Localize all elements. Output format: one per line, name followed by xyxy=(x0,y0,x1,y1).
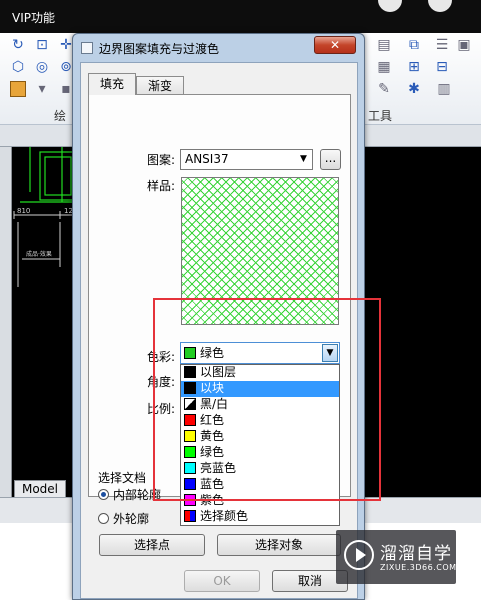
select-group-label: 选择文档 xyxy=(98,471,147,485)
dialog-title-bar: 边界图案填充与过渡色 xyxy=(81,40,219,57)
dialog-icon xyxy=(81,42,93,54)
circle-tool-icon[interactable]: ◎ xyxy=(34,59,50,75)
dialog-title: 边界图案填充与过渡色 xyxy=(99,42,220,56)
calc-tool-icon[interactable]: ▣ xyxy=(456,37,472,53)
vip-menu[interactable]: VIP功能 xyxy=(12,9,55,26)
radio-outer-contour[interactable]: 外轮廓 xyxy=(98,510,149,527)
block-tool-icon[interactable]: ⊞ xyxy=(406,59,422,75)
dimension-label: 810 xyxy=(17,207,30,215)
dropdown-icon[interactable]: ▾ xyxy=(34,81,50,97)
group-tool-icon[interactable]: ✱ xyxy=(406,81,422,97)
rectangle-tool-icon[interactable]: ⊡ xyxy=(34,37,50,53)
tab-gradient[interactable]: 渐变 xyxy=(136,76,184,95)
polygon-tool-icon[interactable]: ⬡ xyxy=(10,59,26,75)
watermark-title: 溜溜自学 xyxy=(380,544,452,564)
window-control-icon[interactable] xyxy=(428,0,452,12)
ribbon-panel-label-tools: 工具 xyxy=(368,109,393,123)
tab-fill[interactable]: 填充 xyxy=(88,73,136,95)
sample-label: 样品: xyxy=(147,179,176,193)
color-option-choose[interactable]: 选择颜色 xyxy=(181,509,339,525)
pattern-value: ANSI37 xyxy=(185,152,229,166)
watermark-logo: 溜溜自学 ZIXUE.3D66.COM xyxy=(336,530,456,584)
list-tool-icon[interactable]: ☰ xyxy=(434,37,450,53)
radio-inner-contour[interactable]: 内部轮廓 xyxy=(98,486,161,503)
radio-dot xyxy=(98,513,109,524)
window-control-icon[interactable] xyxy=(378,0,402,12)
layer-state-icon[interactable]: ▦ xyxy=(376,59,392,75)
hatch-tool-icon[interactable] xyxy=(10,81,26,97)
layer-tool-icon[interactable]: ▤ xyxy=(376,37,392,53)
radio-dot xyxy=(98,489,109,500)
attribute-tool-icon[interactable]: ⊟ xyxy=(434,59,450,75)
close-button[interactable]: ✕ xyxy=(314,36,356,54)
top-bar: VIP功能 xyxy=(0,0,481,33)
measure-tool-icon[interactable]: ▥ xyxy=(436,81,452,97)
highlight-box xyxy=(153,298,381,501)
play-icon xyxy=(344,540,374,570)
watermark-url: ZIXUE.3D66.COM xyxy=(380,563,457,572)
left-toolbar xyxy=(0,147,12,502)
select-objects-button[interactable]: 选择对象 xyxy=(217,534,341,556)
drawing-text: 成品·效果 xyxy=(26,250,52,258)
arc-tool-icon[interactable]: ↻ xyxy=(10,37,26,53)
tab-model[interactable]: Model xyxy=(14,480,66,498)
pattern-select[interactable]: ANSI37 ▼ xyxy=(180,149,313,170)
ribbon-panel-label-draw: 绘 xyxy=(54,109,67,123)
pattern-label: 图案: xyxy=(147,153,176,167)
pick-points-button[interactable]: 选择点 xyxy=(99,534,205,556)
pencil-tool-icon[interactable]: ✎ xyxy=(376,81,392,97)
copy-tool-icon[interactable]: ⧉ xyxy=(406,37,422,53)
pattern-browse-button[interactable]: ... xyxy=(320,149,341,170)
chevron-down-icon: ▼ xyxy=(300,154,307,164)
ok-button[interactable]: OK xyxy=(184,570,260,592)
